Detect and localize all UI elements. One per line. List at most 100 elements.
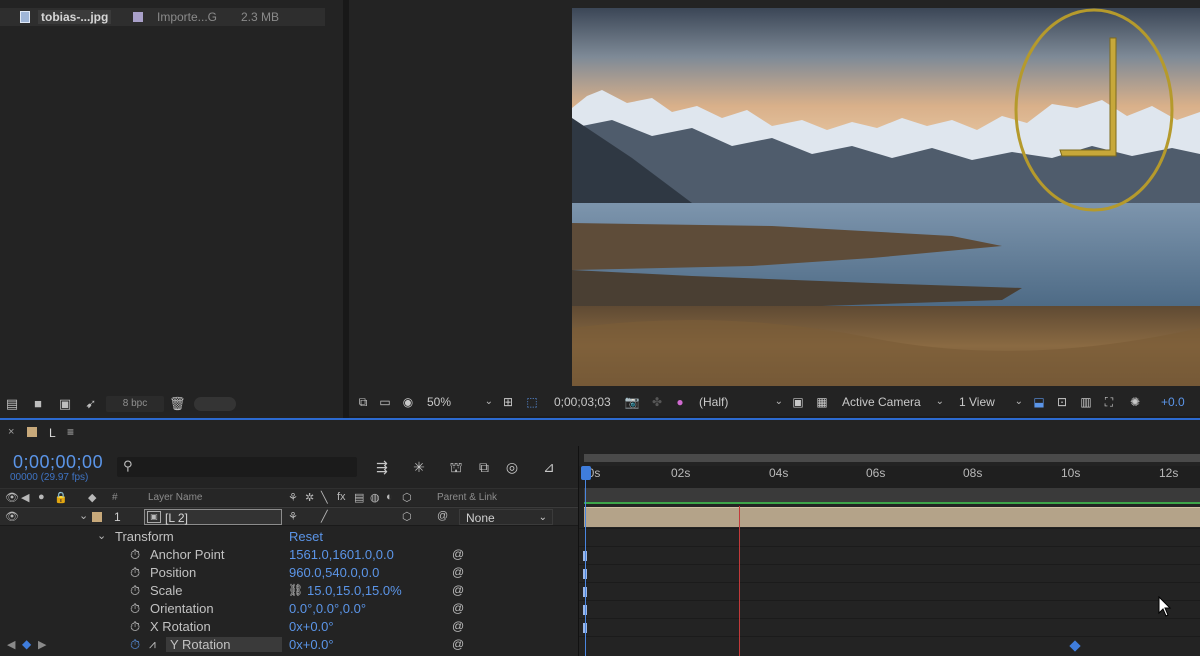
parent-dropdown[interactable]: None ⌄ <box>459 509 553 525</box>
transform-reset-link[interactable]: Reset <box>289 529 323 544</box>
current-time-display[interactable]: 0;00;00;00 <box>13 452 103 473</box>
expand-transform-chevron-icon[interactable]: ⌄ <box>97 529 106 542</box>
property-name: Orientation <box>150 601 214 616</box>
new-composition-icon[interactable]: ▣ <box>57 396 73 412</box>
time-ruler[interactable]: 00s 02s 04s 06s 08s 10s 12s <box>579 466 1200 488</box>
property-value[interactable]: 0x+0.0° <box>289 619 334 634</box>
bit-depth-button[interactable]: 8 bpc <box>106 396 164 412</box>
audio-icon[interactable]: ◀ <box>21 491 29 504</box>
region-of-interest-icon[interactable]: ⬚ <box>524 394 540 410</box>
expression-pick-whip-icon[interactable]: @ <box>452 547 464 561</box>
layer-quality-switch-icon[interactable]: ╱ <box>321 510 328 523</box>
show-snapshot-icon[interactable]: ✤ <box>649 394 665 410</box>
view-layout-dropdown[interactable]: 1 View ⌄ <box>959 392 1023 412</box>
motion-blur-icon[interactable]: ◎ <box>502 458 522 476</box>
expression-pick-whip-icon[interactable]: @ <box>452 601 464 615</box>
property-value[interactable]: 15.0,15.0,15.0% <box>307 583 402 598</box>
composition-mini-flowchart-icon[interactable]: ⇶ <box>372 458 392 476</box>
frame-blending-icon[interactable]: ⧉ <box>474 458 494 476</box>
layer-search-input[interactable]: ⚲ <box>117 457 357 477</box>
layer-row[interactable]: 👁 ⌄ 1 ▣ [L 2] ⚘ ╱ ⬡ @ None ⌄ <box>0 507 578 526</box>
property-value[interactable]: 0x+0.0° <box>289 637 334 652</box>
layer-name-field[interactable]: ▣ [L 2] <box>144 509 282 525</box>
render-queue-icon[interactable]: ➹ <box>83 396 99 412</box>
fast-preview-toggle-icon[interactable]: ⊡ <box>1054 394 1070 410</box>
label-color-swatch[interactable] <box>133 12 143 22</box>
stopwatch-icon[interactable]: ⏱ <box>130 547 140 563</box>
property-name: Y Rotation <box>166 637 282 652</box>
property-value[interactable]: 960.0,540.0,0.0 <box>289 565 379 580</box>
precomp-icon: ▣ <box>147 511 161 523</box>
layer-shy-switch-icon[interactable]: ⚘ <box>288 510 298 523</box>
property-row-selected: ◀ ◆ ▶ ⏱ ⩘ Y Rotation 0x+0.0° @ <box>0 636 578 654</box>
timeline-tab[interactable]: × L ≡ <box>0 420 1200 446</box>
constrain-proportions-link-icon[interactable]: ⛓ <box>288 583 303 597</box>
project-item-row[interactable]: tobias-...jpg Importe...G 2.3 MB <box>0 8 325 26</box>
composition-preview[interactable] <box>572 8 1200 386</box>
stopwatch-icon[interactable]: ⏱ <box>130 583 140 599</box>
solo-icon[interactable]: ● <box>38 491 45 503</box>
mask-icon[interactable]: ◉ <box>400 394 416 410</box>
property-value[interactable]: 1561.0,1601.0,0.0 <box>289 547 394 562</box>
camera-dropdown[interactable]: Active Camera ⌄ <box>842 392 944 412</box>
always-preview-icon[interactable]: ⧉ <box>355 394 371 410</box>
next-keyframe-icon[interactable]: ▶ <box>38 638 46 651</box>
stopwatch-icon[interactable]: ⏱ <box>130 619 140 635</box>
viewer-toolbar: ⧉ ▭ ◉ 50% ⌄ ⊞ ⬚ 0;00;03;03 📷 ✤ ● (Half) … <box>349 388 1200 416</box>
transparency-grid-icon[interactable]: ▦ <box>814 394 830 410</box>
trash-icon[interactable]: 🗑 <box>169 396 186 412</box>
property-name: Scale <box>150 583 183 598</box>
monitor-icon[interactable]: ▭ <box>377 394 393 410</box>
column-layer-name[interactable]: Layer Name <box>148 492 202 503</box>
zoom-dropdown[interactable]: 50% ⌄ <box>427 392 493 412</box>
lock-icon[interactable]: 🔒 <box>54 491 68 504</box>
layer-duration-bar[interactable] <box>584 507 1200 527</box>
exposure-value[interactable]: +0.0 <box>1161 392 1185 412</box>
new-folder-icon[interactable]: ■ <box>30 396 46 412</box>
reset-exposure-icon[interactable]: ✺ <box>1127 394 1143 410</box>
pick-whip-icon[interactable]: @ <box>437 510 448 522</box>
work-area-bar[interactable] <box>584 454 1200 462</box>
playhead-handle[interactable] <box>581 466 591 480</box>
close-icon[interactable]: × <box>8 426 14 438</box>
interpret-footage-icon[interactable]: ▤ <box>4 396 20 412</box>
flowchart-icon[interactable]: ⛶ <box>1101 394 1117 410</box>
frame-count-display: 00000 (29.97 fps) <box>10 472 89 483</box>
expression-pick-whip-icon[interactable]: @ <box>452 619 464 633</box>
fast-previews-icon[interactable]: ▣ <box>790 394 806 410</box>
viewer-timecode[interactable]: 0;00;03;03 <box>554 392 611 412</box>
visibility-eye-icon[interactable]: 👁 <box>5 510 19 523</box>
graph-icon[interactable]: ⩘ <box>149 637 156 652</box>
label-tag-icon[interactable]: ◆ <box>88 491 96 504</box>
add-keyframe-icon[interactable]: ◆ <box>22 637 31 651</box>
layer-3d-switch-icon[interactable]: ⬡ <box>402 510 412 523</box>
property-value[interactable]: 0.0°,0.0°,0.0° <box>289 601 366 616</box>
snapshot-icon[interactable]: 📷 <box>624 394 640 410</box>
expression-pick-whip-icon[interactable]: @ <box>452 637 464 651</box>
draft-3d-icon[interactable]: ✳ <box>409 458 429 476</box>
time-graph[interactable]: 00s 02s 04s 06s 08s 10s 12s <box>578 446 1200 656</box>
toggle-pixel-aspect-icon[interactable]: ⬓ <box>1031 394 1047 410</box>
fit-icon[interactable]: ⊞ <box>500 394 516 410</box>
project-scrollbar[interactable] <box>194 397 236 411</box>
video-visibility-icon[interactable]: 👁 <box>5 491 19 504</box>
color-channels-icon[interactable]: ● <box>672 394 688 410</box>
graph-row <box>579 636 1200 654</box>
layer-label-swatch[interactable] <box>92 512 102 522</box>
panel-menu-icon[interactable]: ≡ <box>67 425 74 439</box>
graph-editor-icon[interactable]: ⊿ <box>539 458 559 476</box>
expression-pick-whip-icon[interactable]: @ <box>452 565 464 579</box>
stopwatch-active-icon[interactable]: ⏱ <box>130 637 140 653</box>
property-row: ⏱ X Rotation 0x+0.0° @ <box>0 618 578 636</box>
transform-label: Transform <box>115 529 174 544</box>
expand-layer-chevron-icon[interactable]: ⌄ <box>79 509 88 522</box>
previous-keyframe-icon[interactable]: ◀ <box>7 638 15 651</box>
shy-layers-icon[interactable]: ⛫ <box>446 458 466 476</box>
stopwatch-icon[interactable]: ⏱ <box>130 565 140 581</box>
search-icon: ⚲ <box>123 458 133 473</box>
transform-group-row[interactable]: ⌄ Transform Reset <box>0 528 578 546</box>
expression-pick-whip-icon[interactable]: @ <box>452 583 464 597</box>
resolution-dropdown[interactable]: (Half) ⌄ <box>699 392 783 412</box>
timeline-icon[interactable]: ▥ <box>1078 394 1094 410</box>
stopwatch-icon[interactable]: ⏱ <box>130 601 140 617</box>
